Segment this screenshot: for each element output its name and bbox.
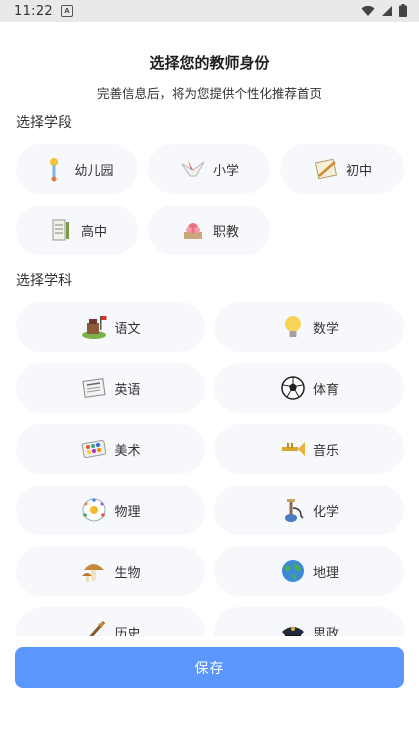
scroll-document-icon bbox=[47, 216, 75, 244]
page-subtitle: 完善信息后，将为您提供个性化推荐首页 bbox=[96, 86, 322, 101]
hookah-flask-icon bbox=[279, 496, 307, 524]
subject-chip-politics[interactable]: 思政 bbox=[214, 607, 404, 636]
subject-chip-history[interactable]: 历史 bbox=[16, 607, 205, 636]
stage-label: 初中 bbox=[345, 163, 372, 179]
subject-chip-chinese[interactable]: 语文 bbox=[16, 302, 205, 352]
subject-label: 美术 bbox=[114, 443, 141, 459]
lightbulb-icon bbox=[279, 313, 307, 341]
subject-chip-physics[interactable]: 物理 bbox=[16, 485, 205, 535]
save-button[interactable]: 保存 bbox=[15, 647, 404, 688]
subject-chip-geography[interactable]: 地理 bbox=[214, 546, 404, 596]
mushroom-icon bbox=[80, 557, 108, 585]
subject-label: 体育 bbox=[312, 382, 339, 398]
baby-toy-icon bbox=[40, 155, 68, 183]
notification-icon: A bbox=[60, 5, 73, 17]
subject-section-label: 选择学科 bbox=[16, 273, 72, 289]
subject-label: 思政 bbox=[312, 626, 339, 637]
subject-label: 英语 bbox=[114, 382, 141, 398]
police-cap-icon bbox=[279, 618, 307, 636]
stage-label: 职教 bbox=[212, 224, 239, 240]
subject-chip-english[interactable]: 英语 bbox=[16, 363, 205, 413]
stage-label: 小学 bbox=[212, 163, 239, 179]
stage-label: 高中 bbox=[80, 224, 107, 240]
subject-chip-music[interactable]: 音乐 bbox=[214, 424, 404, 474]
subject-chip-chemistry[interactable]: 化学 bbox=[214, 485, 404, 535]
subject-label: 历史 bbox=[114, 626, 141, 637]
signal-icon bbox=[381, 5, 393, 21]
stage-chip-kindergarten[interactable]: 幼儿园 bbox=[16, 144, 138, 194]
newspaper-icon bbox=[80, 374, 108, 402]
subject-label: 音乐 bbox=[312, 443, 339, 459]
stage-chip-vocational[interactable]: 职教 bbox=[148, 205, 270, 255]
globe-icon bbox=[279, 557, 307, 585]
paper-crane-icon bbox=[179, 155, 207, 183]
trumpet-icon bbox=[279, 435, 307, 463]
subject-label: 化学 bbox=[312, 504, 339, 520]
stage-label: 幼儿园 bbox=[74, 163, 114, 179]
subject-chip-biology[interactable]: 生物 bbox=[16, 546, 205, 596]
status-time: 11:22 bbox=[14, 3, 53, 19]
quill-icon bbox=[80, 618, 108, 636]
subject-chip-pe[interactable]: 体育 bbox=[214, 363, 404, 413]
subject-label: 生物 bbox=[114, 565, 141, 581]
great-wall-icon bbox=[80, 313, 108, 341]
stage-chip-primary[interactable]: 小学 bbox=[148, 144, 270, 194]
subject-label: 语文 bbox=[114, 321, 141, 337]
lotus-box-icon bbox=[179, 216, 207, 244]
battery-icon bbox=[399, 4, 407, 21]
atom-icon bbox=[80, 496, 108, 524]
paint-palette-icon bbox=[80, 435, 108, 463]
subject-label: 物理 bbox=[114, 504, 141, 520]
soccer-ball-icon bbox=[279, 374, 307, 402]
stage-chip-senior[interactable]: 高中 bbox=[16, 205, 138, 255]
stage-section-label: 选择学段 bbox=[16, 115, 72, 131]
stage-chip-junior[interactable]: 初中 bbox=[280, 144, 404, 194]
subject-label: 数学 bbox=[312, 321, 339, 337]
page-title: 选择您的教师身份 bbox=[149, 54, 270, 72]
subject-label: 地理 bbox=[312, 565, 339, 581]
notepad-pencil-icon bbox=[312, 155, 340, 183]
subject-chip-math[interactable]: 数学 bbox=[214, 302, 404, 352]
subject-chip-art[interactable]: 美术 bbox=[16, 424, 205, 474]
wifi-icon bbox=[361, 5, 375, 21]
status-bar: 11:22 A bbox=[0, 0, 419, 22]
subject-list[interactable]: 语文 数学 英语 体育 美术 音乐 物理 化学 生物 地理 历史 思政 bbox=[0, 293, 419, 636]
